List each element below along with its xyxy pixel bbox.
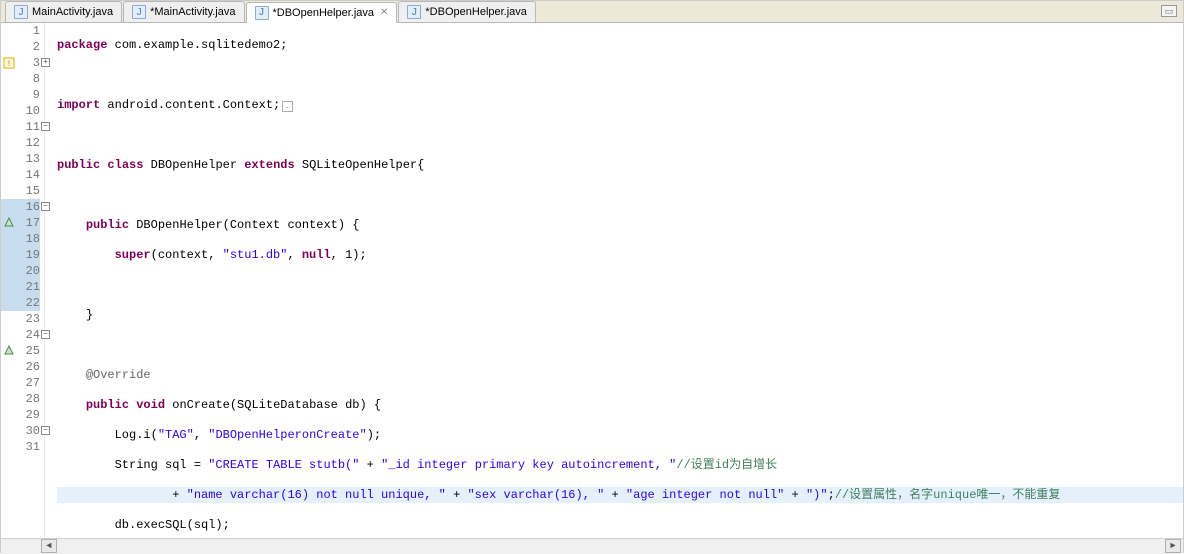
code-text-area[interactable]: package com.example.sqlitedemo2; import …: [45, 23, 1183, 538]
fold-toggle[interactable]: −: [41, 122, 50, 131]
line-num: 29: [1, 407, 40, 423]
line-num: 26: [1, 359, 40, 375]
line-num: 12: [1, 135, 40, 151]
line-num: 22: [1, 295, 40, 311]
fold-toggle[interactable]: +: [41, 58, 50, 67]
line-num: 31: [1, 439, 40, 455]
line-num: 18: [1, 231, 40, 247]
line-num: 23: [1, 311, 40, 327]
editor-tab-bar: J MainActivity.java J *MainActivity.java…: [1, 1, 1183, 23]
svg-text:!: !: [7, 60, 12, 69]
line-num: 13: [1, 151, 40, 167]
line-number-gutter: 1 2 ! 3+ 8 9 10 11− 12 13 14 15 16− 17 1…: [1, 23, 45, 538]
close-icon[interactable]: ✕: [380, 7, 388, 18]
line-num: 27: [1, 375, 40, 391]
scroll-left-arrow[interactable]: ◄: [41, 539, 57, 553]
tab-dbopenhelper-2[interactable]: J *DBOpenHelper.java: [398, 1, 536, 22]
fold-toggle[interactable]: −: [41, 426, 50, 435]
line-num: 16−: [1, 199, 40, 215]
java-file-icon: J: [14, 5, 28, 19]
override-icon: [3, 217, 15, 229]
line-num: 14: [1, 167, 40, 183]
line-num: 17: [1, 215, 40, 231]
tab-label: MainActivity.java: [32, 6, 113, 18]
line-num: 2: [1, 39, 40, 55]
line-num: 20: [1, 263, 40, 279]
line-num: 15: [1, 183, 40, 199]
line-num: 8: [1, 71, 40, 87]
tab-main-activity[interactable]: J MainActivity.java: [5, 1, 122, 22]
fold-toggle[interactable]: −: [41, 202, 50, 211]
line-num: ! 3+: [1, 55, 40, 71]
line-num: 21: [1, 279, 40, 295]
tab-main-activity-dirty[interactable]: J *MainActivity.java: [123, 1, 244, 22]
scroll-right-arrow[interactable]: ►: [1165, 539, 1181, 553]
line-num: 11−: [1, 119, 40, 135]
fold-toggle[interactable]: −: [41, 330, 50, 339]
tab-label: *DBOpenHelper.java: [425, 6, 527, 18]
line-num: 9: [1, 87, 40, 103]
warning-icon: !: [3, 57, 15, 69]
line-num: 30−: [1, 423, 40, 439]
tab-dbopenhelper-active[interactable]: J *DBOpenHelper.java ✕: [246, 2, 398, 23]
minimize-icon[interactable]: ▭: [1161, 5, 1177, 17]
line-num: 28: [1, 391, 40, 407]
java-file-icon: J: [407, 5, 421, 19]
java-file-icon: J: [132, 5, 146, 19]
line-num: 24−: [1, 327, 40, 343]
horizontal-scrollbar[interactable]: ◄ ►: [1, 538, 1183, 554]
java-file-icon: J: [255, 6, 269, 20]
tab-label: *DBOpenHelper.java: [273, 7, 375, 19]
line-num: 25: [1, 343, 40, 359]
code-editor: 1 2 ! 3+ 8 9 10 11− 12 13 14 15 16− 17 1…: [1, 23, 1183, 538]
override-icon: [3, 345, 15, 357]
line-num: 1: [1, 23, 40, 39]
line-num: 10: [1, 103, 40, 119]
line-num: 19: [1, 247, 40, 263]
tab-label: *MainActivity.java: [150, 6, 235, 18]
